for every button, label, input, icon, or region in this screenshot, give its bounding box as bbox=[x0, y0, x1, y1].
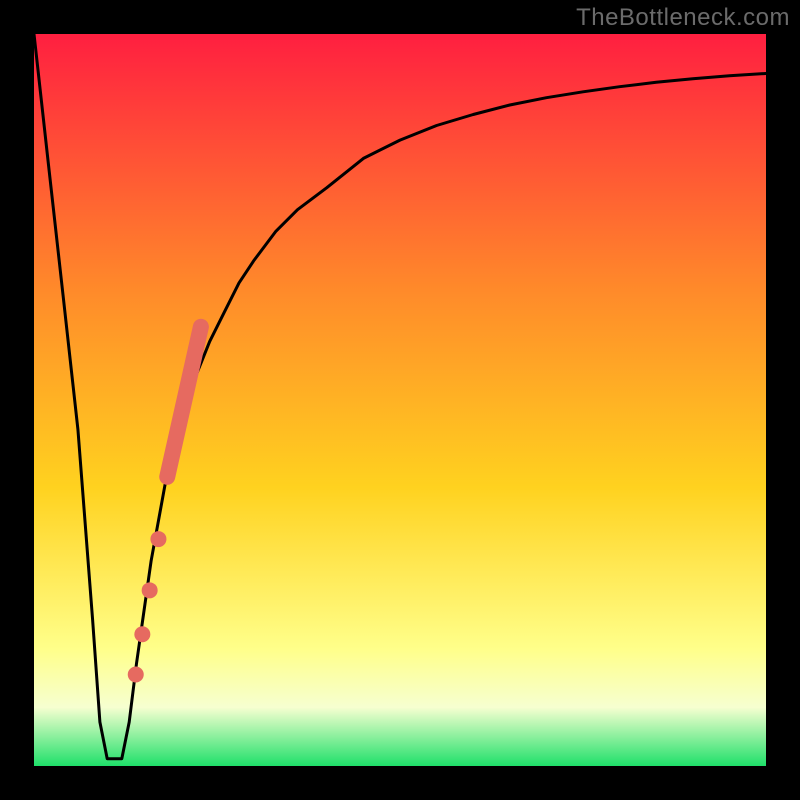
dot-2 bbox=[142, 582, 158, 598]
chart-stage: TheBottleneck.com bbox=[0, 0, 800, 800]
plot-background bbox=[34, 34, 766, 766]
dot-1 bbox=[150, 531, 166, 547]
bottleneck-plot bbox=[0, 0, 800, 800]
dot-3 bbox=[134, 626, 150, 642]
dot-4 bbox=[128, 667, 144, 683]
watermark-text: TheBottleneck.com bbox=[576, 4, 790, 32]
